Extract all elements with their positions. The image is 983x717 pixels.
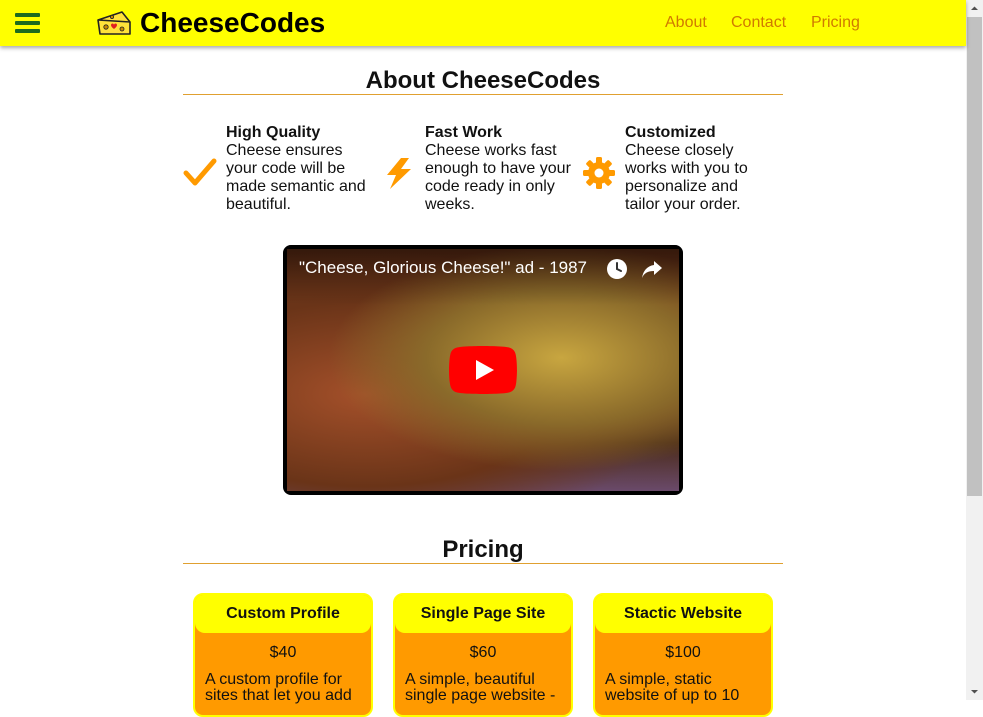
pricing-card-single-page-site[interactable]: Single Page Site $60 A simple, beautiful… <box>393 593 573 717</box>
hamburger-menu-icon[interactable] <box>15 13 40 33</box>
feature-description: Cheese works fast enough to have your co… <box>425 142 571 213</box>
scroll-down-arrow-icon[interactable] <box>966 683 983 700</box>
pricing-card-price: $60 <box>469 644 497 661</box>
feature-title: High Quality <box>226 124 321 141</box>
play-button-icon[interactable] <box>449 346 517 394</box>
pricing-heading: Pricing <box>442 536 524 563</box>
pricing-divider <box>183 563 783 564</box>
feature-title: Fast Work <box>425 124 503 141</box>
pricing-card-title: Single Page Site <box>395 595 571 633</box>
about-divider <box>183 94 783 95</box>
pricing-card-description: A simple, static website of up to 10 <box>605 671 740 704</box>
feature-title: Customized <box>625 124 716 141</box>
pricing-card-price: $40 <box>269 644 297 661</box>
nav-link-about[interactable]: About <box>665 13 707 33</box>
video-title[interactable]: "Cheese, Glorious Cheese!" ad - 1987 <box>299 258 587 278</box>
video-embed[interactable]: "Cheese, Glorious Cheese!" ad - 1987 <box>283 245 683 495</box>
pricing-card-description: A simple, beautiful single page website … <box>405 671 556 704</box>
nav-link-contact[interactable]: Contact <box>731 13 786 33</box>
scroll-up-arrow-icon[interactable] <box>966 0 983 17</box>
pricing-card-price: $100 <box>665 644 701 661</box>
top-navbar: CheeseCodes About Contact Pricing <box>0 0 966 46</box>
pricing-card-custom-profile[interactable]: Custom Profile $40 A custom profile for … <box>193 593 373 717</box>
gear-icon <box>583 157 615 189</box>
nav-link-pricing[interactable]: Pricing <box>811 13 860 33</box>
feature-description: Cheese closely works with you to persona… <box>625 142 748 213</box>
cheese-logo-icon <box>97 11 131 35</box>
scrollbar-thumb[interactable] <box>967 17 982 496</box>
about-heading: About CheeseCodes <box>365 67 601 94</box>
brand-title[interactable]: CheeseCodes <box>140 7 325 39</box>
feature-description: Cheese ensures your code will be made se… <box>226 142 366 213</box>
pricing-card-title: Custom Profile <box>195 595 371 633</box>
checkmark-icon <box>183 158 217 186</box>
watch-later-clock-icon[interactable] <box>606 258 628 280</box>
pricing-card-description: A custom profile for sites that let you … <box>205 671 352 704</box>
share-arrow-icon[interactable] <box>641 259 663 279</box>
pricing-card-title: Stactic Website <box>595 595 771 633</box>
page-scrollbar[interactable] <box>966 0 983 700</box>
lightning-icon <box>387 158 411 189</box>
pricing-card-static-website[interactable]: Stactic Website $100 A simple, static we… <box>593 593 773 717</box>
